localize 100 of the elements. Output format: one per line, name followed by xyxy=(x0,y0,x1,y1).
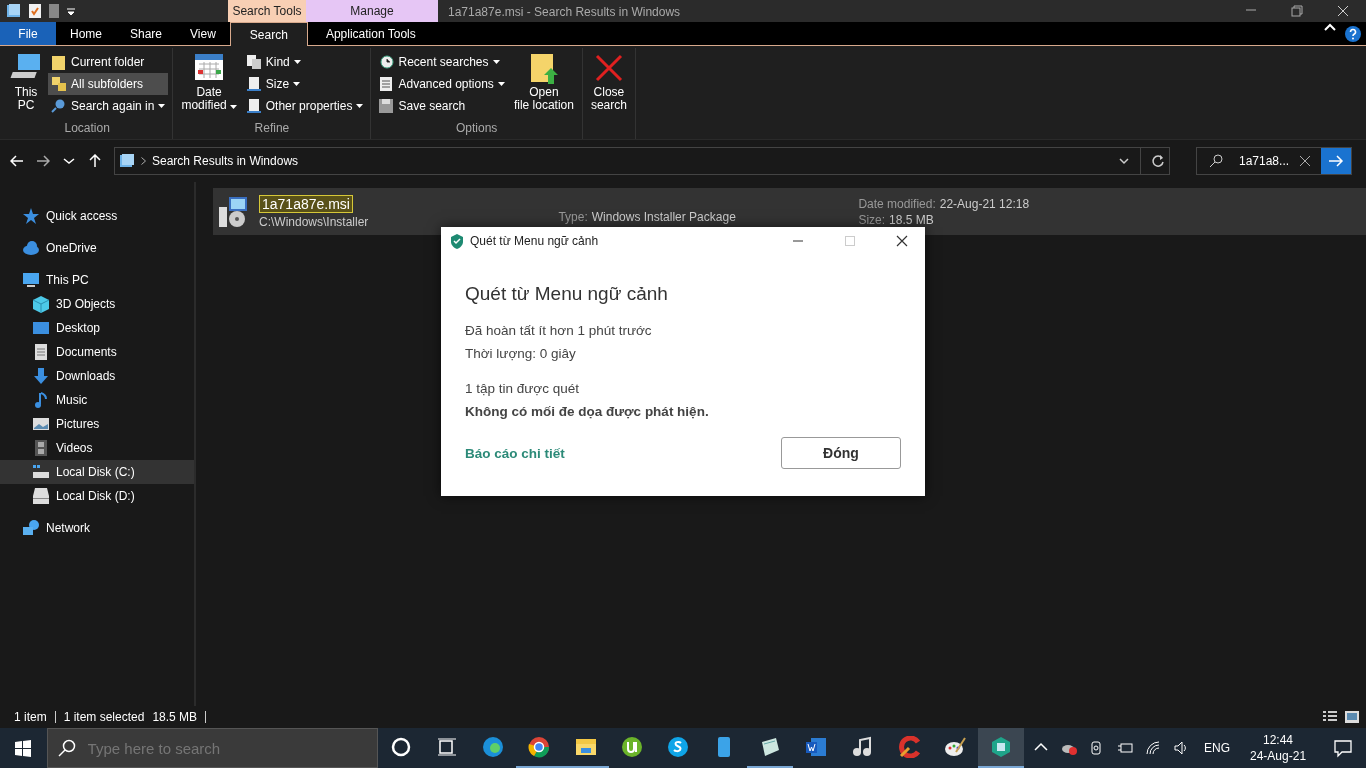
search-go-button[interactable] xyxy=(1321,148,1351,174)
ribbon-button[interactable]: Current folder xyxy=(48,51,169,73)
nav-item[interactable]: OneDrive xyxy=(0,236,194,260)
search-icon xyxy=(51,98,67,114)
monitor-icon xyxy=(22,271,40,289)
ribbon-button[interactable]: Kind xyxy=(242,51,367,73)
palette-icon xyxy=(943,736,966,758)
search-result-row[interactable]: 1a71a87e.msi C:\Windows\Installer Type: Windows Installer Package Date modified: 22-Aug-21 12:18 Size: 18.5 MB xyxy=(213,188,1366,235)
nav-item[interactable]: Desktop xyxy=(0,316,194,340)
back-arrow-icon[interactable] xyxy=(10,154,24,168)
ribbon-button[interactable]: This PC xyxy=(6,48,46,119)
clock-time[interactable]: 12:44 xyxy=(1263,732,1294,748)
nav-item[interactable]: Quick access xyxy=(0,204,194,228)
speaker-icon[interactable] xyxy=(1173,740,1189,756)
right-arrow-icon xyxy=(1328,154,1344,168)
file-tab[interactable]: File xyxy=(0,22,56,45)
ribbon-tab[interactable]: View xyxy=(176,22,230,45)
item-count: 1 item xyxy=(14,710,47,724)
wifi-icon[interactable] xyxy=(1145,740,1161,756)
task-view-icon xyxy=(436,736,459,758)
ribbon-button[interactable]: Date modified xyxy=(177,48,241,119)
search-icon xyxy=(1209,154,1223,168)
notification-icon[interactable] xyxy=(1333,738,1354,758)
ribbon-tab[interactable]: Application Tools xyxy=(307,22,434,45)
taskbar-search-input[interactable]: Type here to search xyxy=(85,738,377,758)
browser-circle-icon xyxy=(528,736,551,758)
notepad-icon xyxy=(759,736,782,758)
ribbon-tab[interactable]: Home xyxy=(56,22,116,45)
ribbon-button[interactable]: Open file location xyxy=(509,48,578,119)
large-icons-view-icon[interactable] xyxy=(1344,710,1360,724)
detailed-report-link[interactable]: Báo cáo chi tiết xyxy=(465,445,565,461)
size-label: Size: xyxy=(858,212,886,227)
windows-logo-icon[interactable] xyxy=(14,739,33,757)
address-bar[interactable]: Search Results in Windows xyxy=(114,147,1170,175)
broom-icon xyxy=(897,736,920,758)
caret-icon xyxy=(497,82,505,86)
ribbon-tab[interactable]: Share xyxy=(116,22,177,45)
shield-icon xyxy=(450,233,464,249)
selection-size: 18.5 MB xyxy=(152,710,198,724)
taskbar-search-field[interactable]: Type here to search xyxy=(46,728,378,768)
drive-icon xyxy=(32,487,50,505)
nav-item[interactable]: Network xyxy=(0,516,194,540)
nav-item[interactable]: Documents xyxy=(0,340,194,364)
search-field[interactable]: 1a71a8... xyxy=(1196,147,1352,175)
collapse-ribbon-icon[interactable] xyxy=(1324,22,1336,32)
ribbon-tab[interactable]: Search xyxy=(229,22,308,46)
scan-count: 1 tập tin được quét xyxy=(465,380,580,398)
selection-count: 1 item selected xyxy=(63,710,145,724)
clipboard-check-icon[interactable] xyxy=(28,3,42,19)
cube-icon xyxy=(32,295,50,313)
ribbon-button[interactable]: Size xyxy=(242,73,367,95)
caret-icon xyxy=(158,104,166,108)
ribbon-button[interactable]: Advanced options xyxy=(375,73,508,95)
close-button[interactable]: Đóng xyxy=(781,437,901,469)
search-input[interactable]: 1a71a8... xyxy=(1237,153,1299,169)
nav-item[interactable]: 3D Objects xyxy=(0,292,194,316)
clock-date[interactable]: 24-Aug-21 xyxy=(1250,748,1307,764)
ribbon-button[interactable]: Search again in xyxy=(48,95,169,117)
ribbon-button[interactable]: Recent searches xyxy=(375,51,508,73)
music-notes-icon xyxy=(851,736,874,758)
file-properties-icon xyxy=(245,98,262,114)
down-arrow-icon xyxy=(32,367,50,385)
restore-icon[interactable] xyxy=(1291,5,1303,17)
battery-plug-icon[interactable] xyxy=(1117,740,1133,756)
ribbon-button[interactable]: Other properties xyxy=(242,95,367,117)
refresh-icon[interactable] xyxy=(1151,154,1165,168)
film-icon xyxy=(32,439,50,457)
picture-icon xyxy=(32,415,50,433)
forward-arrow-icon[interactable] xyxy=(36,154,50,168)
close-icon[interactable] xyxy=(896,235,908,247)
type-label: Type: xyxy=(558,210,588,224)
nav-item[interactable]: Local Disk (C:) xyxy=(0,460,194,484)
folder-icon xyxy=(574,736,597,758)
nav-item[interactable]: Downloads xyxy=(0,364,194,388)
nav-item[interactable]: Videos xyxy=(0,436,194,460)
details-view-icon[interactable] xyxy=(1322,710,1338,724)
folders-icon xyxy=(51,76,67,92)
help-icon[interactable] xyxy=(1344,24,1362,43)
caret-icon xyxy=(356,104,364,108)
taskbar-app[interactable] xyxy=(977,728,1024,768)
ribbon-button[interactable]: Close search xyxy=(586,48,631,119)
clear-icon[interactable] xyxy=(1299,155,1311,167)
up-arrow-icon[interactable] xyxy=(88,154,102,168)
nav-item[interactable]: Music xyxy=(0,388,194,412)
browser-swirl-icon xyxy=(482,736,505,758)
language-indicator[interactable]: ENG xyxy=(1198,741,1236,755)
nav-item[interactable]: This PC xyxy=(0,268,194,292)
ribbon-button[interactable]: Save search xyxy=(375,95,508,117)
group-label: Options xyxy=(455,120,499,137)
ribbon-button[interactable]: All subfolders xyxy=(48,73,169,95)
clock-search-icon xyxy=(378,54,395,70)
chevron-down-icon[interactable] xyxy=(1118,155,1130,167)
document-icon[interactable] xyxy=(48,3,60,19)
folder-icon[interactable] xyxy=(6,3,22,19)
chevron-right-icon[interactable] xyxy=(141,157,146,165)
nav-item[interactable]: Pictures xyxy=(0,412,194,436)
nav-item[interactable]: Local Disk (D:) xyxy=(0,484,194,508)
scan-info: Đã hoàn tất ít hơn 1 phút trước xyxy=(465,322,653,340)
folder-icon xyxy=(51,54,67,70)
chat-bubble-icon xyxy=(666,736,689,758)
